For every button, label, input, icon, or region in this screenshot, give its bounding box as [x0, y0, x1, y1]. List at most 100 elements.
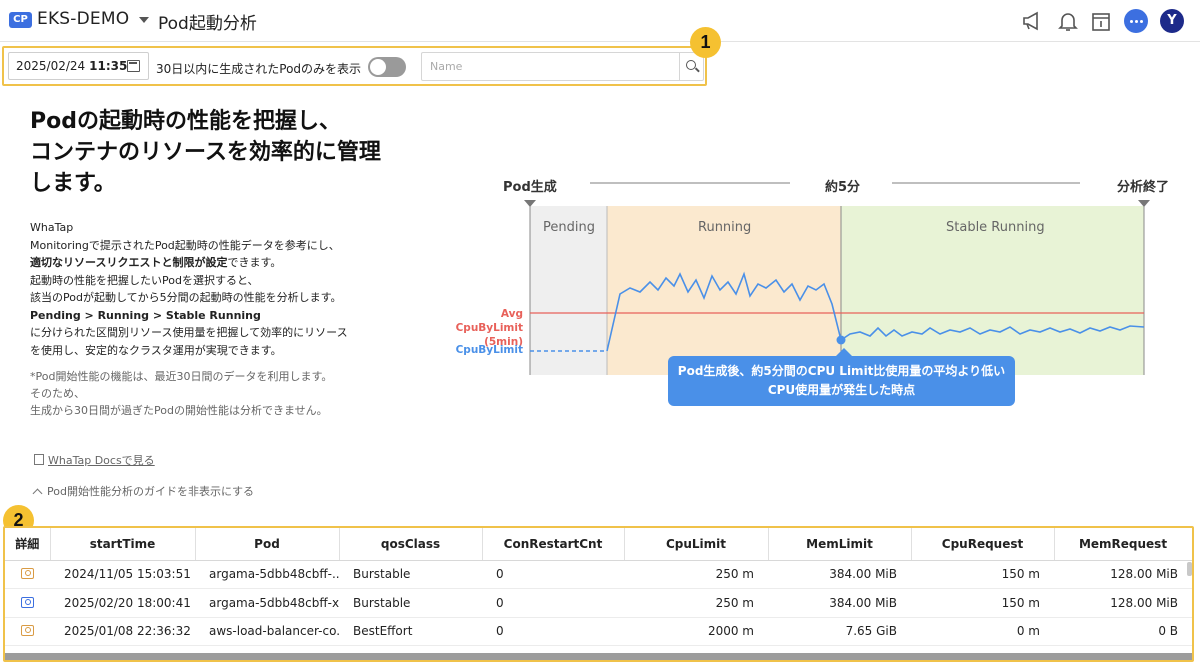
restartcnt-cell: 0	[482, 560, 624, 589]
filter-toolbar: 2025/02/24 11:35 30日以内に生成されたPodのみを表示	[2, 46, 707, 86]
callout-line: CPU使用量が発生した時点	[767, 383, 916, 397]
qosclass-cell: Burstable	[339, 560, 482, 589]
guide-headline: Podの起動時の性能を把握し、 コンテナのリソースを効率的に管理 します。	[30, 106, 410, 199]
analysis-end-label: 分析終了	[1117, 180, 1170, 195]
vertical-scrollbar[interactable]	[1187, 562, 1192, 576]
memrequest-cell: 128.00 MiB	[1054, 560, 1192, 589]
memlimit-cell: 7.65 GiB	[768, 617, 911, 646]
detail-cell	[5, 617, 50, 646]
chevron-down-icon[interactable]	[139, 17, 149, 23]
hide-guide-button[interactable]: Pod開始性能分析のガイドを非表示にする	[32, 483, 255, 499]
phase-label-running: Running	[698, 220, 752, 235]
detail-icon[interactable]	[21, 625, 34, 637]
column-header-pod[interactable]: Pod	[195, 528, 340, 561]
date-picker[interactable]: 2025/02/24 11:35	[8, 52, 149, 80]
headline-line: します。	[30, 171, 116, 196]
cpu-by-limit-label: CpuByLimit	[455, 344, 523, 356]
startup-phase-diagram: Pod生成 約5分 分析終了 Pending Running Stable Ru…	[430, 170, 1200, 440]
pod-cell: argama-5dbb48cbff-...	[195, 560, 339, 589]
cpulimit-cell: 250 m	[624, 588, 768, 618]
project-type-badge: CP	[9, 12, 32, 28]
calendar-icon[interactable]	[1090, 10, 1112, 32]
desc-bold: 適切なリソースリクエストと制限が設定	[30, 256, 228, 269]
chat-icon[interactable]	[1124, 9, 1148, 33]
memrequest-cell: 0 B	[1054, 617, 1192, 646]
desc-text: できます。	[227, 256, 282, 269]
low-usage-point	[836, 335, 846, 345]
cpulimit-cell: 2000 m	[624, 617, 768, 646]
divider	[679, 53, 680, 80]
headline-line: Podの起動時の性能を把握し、	[30, 109, 341, 134]
callout-line: Pod生成後、約5分間のCPU Limit比使用量の平均より低い	[677, 364, 1006, 378]
table-row[interactable]: 2025/02/20 18:00:41 argama-5dbb48cbff-x.…	[5, 588, 1192, 618]
column-header-memlimit[interactable]: MemLimit	[768, 528, 912, 561]
avg-cpu-label: Avg CpuByLimit (5min)	[434, 307, 523, 349]
recent-pods-toggle[interactable]	[368, 57, 406, 77]
end-marker-icon	[1138, 200, 1150, 207]
column-header-memrequest[interactable]: MemRequest	[1054, 528, 1192, 561]
starttime-cell: 2025/01/08 22:36:32	[50, 617, 195, 646]
column-header-conrestartcnt[interactable]: ConRestartCnt	[482, 528, 625, 561]
restartcnt-cell: 0	[482, 617, 624, 646]
detail-icon[interactable]	[21, 596, 34, 608]
starttime-cell: 2025/02/20 18:00:41	[50, 588, 195, 618]
table-row[interactable]: 2024/11/05 15:03:51 argama-5dbb48cbff-..…	[5, 560, 1192, 589]
table-row[interactable]: 2025/01/08 22:36:32 aws-load-balancer-co…	[5, 617, 1192, 646]
docs-link-label: WhaTap Docsで見る	[48, 454, 155, 467]
column-header-cpurequest[interactable]: CpuRequest	[911, 528, 1055, 561]
desc-line: 該当のPodが起動してから5分間の起動時の性能を分析します。	[30, 291, 342, 304]
phase-label-stable: Stable Running	[946, 220, 1045, 235]
cpurequest-cell: 0 m	[911, 617, 1054, 646]
horizontal-scrollbar[interactable]	[5, 653, 1192, 660]
note-line: 生成から30日間が過ぎたPodの開始性能は分析できません。	[30, 404, 328, 417]
pod-cell: argama-5dbb48cbff-x...	[195, 588, 339, 618]
detail-icon[interactable]	[21, 568, 34, 580]
page-title: Pod起動分析	[158, 14, 257, 34]
megaphone-icon[interactable]	[1021, 10, 1043, 32]
restartcnt-cell: 0	[482, 588, 624, 618]
hide-guide-label: Pod開始性能分析のガイドを非表示にする	[47, 485, 255, 498]
detail-cell	[5, 560, 50, 589]
time-value: 11:35	[89, 59, 128, 73]
project-name[interactable]: EKS-DEMO	[37, 9, 129, 29]
guide-note: *Pod開始性能の機能は、最近30日間のデータを利用します。 そのため、 生成か…	[30, 368, 400, 419]
guide-description: WhaTap Monitoringで提示されたPod起動時の性能データを参考にし…	[30, 219, 400, 359]
cpulimit-cell: 250 m	[624, 560, 768, 589]
chevron-up-icon	[32, 488, 43, 499]
desc-line: に分けられた区間別リソース使用量を把握して効率的にリソース	[30, 326, 348, 339]
cpurequest-cell: 150 m	[911, 588, 1054, 618]
pod-cell: aws-load-balancer-co...	[195, 617, 339, 646]
memlimit-cell: 384.00 MiB	[768, 560, 911, 589]
pod-table: 詳細 startTime Pod qosClass ConRestartCnt …	[3, 526, 1194, 662]
headline-line: コンテナのリソースを効率的に管理	[30, 140, 381, 165]
search-input[interactable]	[422, 53, 678, 80]
date-value: 2025/02/24	[16, 59, 86, 73]
column-header-starttime[interactable]: startTime	[50, 528, 196, 561]
duration-label: 約5分	[825, 180, 861, 195]
search-icon[interactable]	[686, 60, 696, 70]
calendar-icon	[127, 60, 140, 72]
desc-line: Monitoringで提示されたPod起動時の性能データを参考にし、	[30, 238, 340, 252]
top-bar: CP EKS-DEMO Pod起動分析 Y	[0, 0, 1200, 42]
memrequest-cell: 128.00 MiB	[1054, 588, 1192, 618]
column-header-cpulimit[interactable]: CpuLimit	[624, 528, 769, 561]
desc-line: Pending > Running > Stable Running	[30, 308, 261, 322]
column-header-detail[interactable]: 詳細	[5, 528, 51, 561]
avg-cpu-label-line: Avg CpuByLimit	[455, 308, 523, 334]
callout-marker-1: 1	[690, 27, 721, 58]
desc-line: を使用し、安定的なクラスタ運用が実現できます。	[30, 343, 282, 357]
qosclass-cell: Burstable	[339, 588, 482, 618]
desc-line: WhaTap	[30, 221, 74, 234]
recent-pods-toggle-label: 30日以内に生成されたPodのみを表示	[156, 62, 362, 76]
column-header-qosclass[interactable]: qosClass	[339, 528, 483, 561]
pod-table-grid: 詳細 startTime Pod qosClass ConRestartCnt …	[5, 528, 1192, 646]
table-header-row: 詳細 startTime Pod qosClass ConRestartCnt …	[5, 528, 1192, 561]
bell-icon[interactable]	[1057, 10, 1079, 32]
desc-line: 起動時の性能を把握したいPodを選択すると、	[30, 273, 259, 287]
note-line: そのため、	[30, 387, 85, 400]
detail-cell	[5, 588, 50, 618]
qosclass-cell: BestEffort	[339, 617, 482, 646]
docs-link[interactable]: WhaTap Docsで見る	[34, 452, 155, 468]
avatar[interactable]: Y	[1160, 9, 1184, 33]
search-box	[421, 52, 704, 81]
